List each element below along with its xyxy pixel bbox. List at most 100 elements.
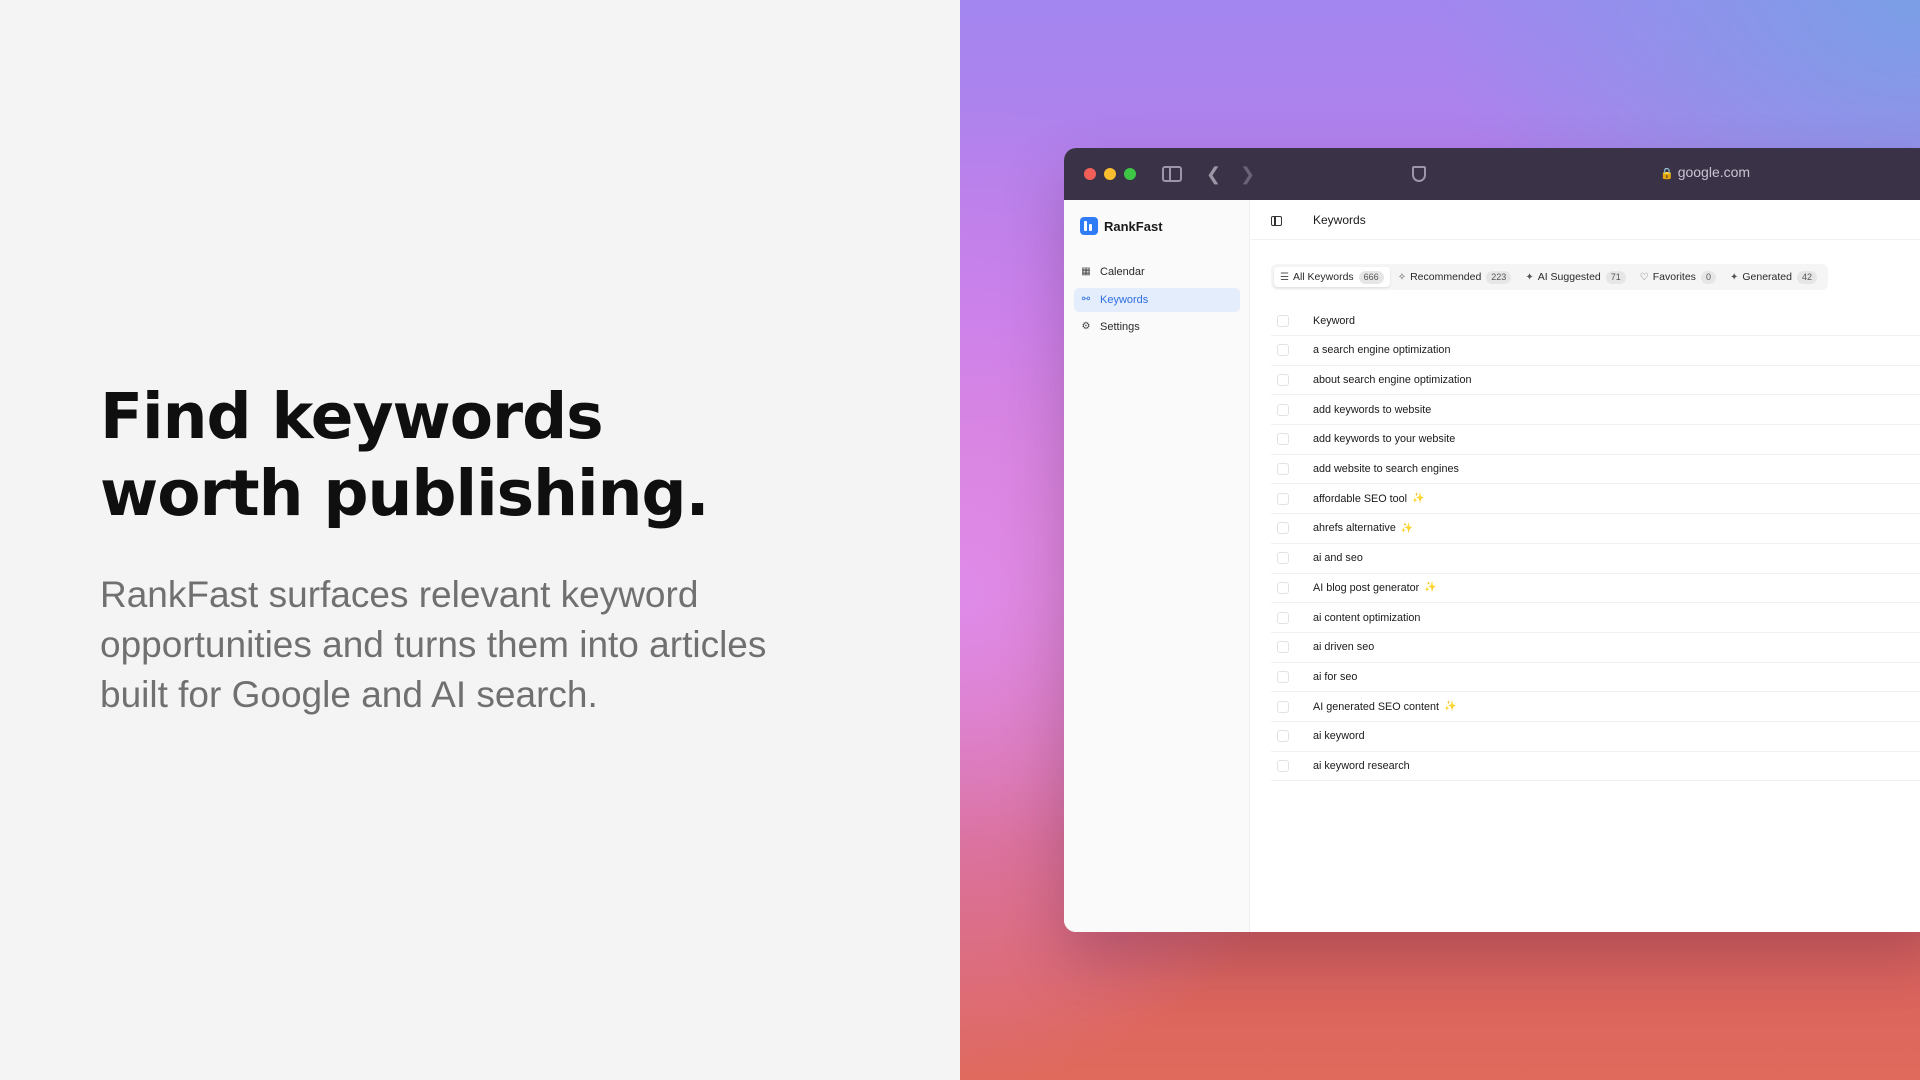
keyword-text: add keywords to website — [1313, 403, 1432, 416]
table-row[interactable]: AI generated SEO content ✨ — [1271, 692, 1920, 722]
table-row[interactable]: add website to search engines — [1271, 455, 1920, 485]
headline-line-1: Find keywords — [100, 380, 604, 453]
tab-count-badge: 223 — [1486, 270, 1512, 284]
row-checkbox[interactable] — [1277, 403, 1289, 416]
keywords-table: Keyword a search engine optimization abou… — [1271, 306, 1920, 782]
table-row[interactable]: ai content optimization — [1271, 603, 1920, 633]
row-checkbox[interactable] — [1277, 759, 1289, 772]
row-checkbox[interactable] — [1277, 670, 1289, 683]
page-title: Keywords — [1313, 213, 1366, 227]
sidebar-item-calendar[interactable]: ▦ Calendar — [1074, 260, 1240, 284]
tab-label: Generated — [1742, 271, 1792, 283]
shield-icon[interactable] — [1412, 166, 1426, 182]
row-checkbox[interactable] — [1277, 730, 1289, 743]
sparkle-icon: ✨ — [1412, 493, 1425, 505]
marketing-panel: Find keywords worth publishing. RankFast… — [0, 0, 960, 1080]
row-checkbox[interactable] — [1277, 374, 1289, 387]
magic-wand-icon: ✦ — [1525, 271, 1534, 283]
keyword-text: ai content optimization — [1313, 611, 1421, 624]
table-row[interactable]: affordable SEO tool ✨ — [1271, 484, 1920, 515]
magic-wand-icon: ✦ — [1729, 271, 1739, 283]
row-checkbox[interactable] — [1277, 433, 1289, 446]
keyword-text: AI blog post generator — [1313, 581, 1420, 594]
table-row[interactable]: ai keyword research — [1271, 752, 1920, 782]
panel-toggle-icon[interactable] — [1271, 216, 1282, 226]
table-row[interactable]: AI blog post generator ✨ — [1271, 574, 1920, 604]
row-checkbox[interactable] — [1277, 552, 1289, 565]
address-bar[interactable]: 🔒 google.com — [1660, 164, 1750, 180]
app-sidebar: RankFast ▦ Calendar ⚯ Keywords ⚙ Setting… — [1064, 200, 1250, 932]
tab-ai-suggested[interactable]: ✦ AI Suggested 71 — [1519, 267, 1631, 287]
tab-label: All Keywords — [1292, 271, 1354, 283]
table-row[interactable]: ai driven seo — [1271, 633, 1920, 663]
brand-name: RankFast — [1104, 218, 1163, 234]
calendar-icon: ▦ — [1081, 266, 1091, 277]
sidebar-item-settings[interactable]: ⚙ Settings — [1074, 315, 1240, 339]
headline: Find keywords worth publishing. — [100, 378, 860, 532]
lock-icon: 🔒 — [1660, 168, 1674, 180]
brand[interactable]: RankFast — [1080, 216, 1163, 236]
main-header: Keywords — [1251, 200, 1920, 240]
table-header-row: Keyword — [1271, 306, 1920, 336]
table-row[interactable]: a search engine optimization — [1271, 336, 1920, 366]
keyword-text: ai and seo — [1313, 552, 1363, 565]
sidebar-item-label: Keywords — [1100, 293, 1149, 306]
tab-count-badge: 666 — [1358, 270, 1384, 284]
subcopy: RankFast surfaces relevant keyword oppor… — [100, 574, 767, 715]
row-checkbox[interactable] — [1277, 344, 1289, 357]
column-header-keyword[interactable]: Keyword — [1313, 315, 1355, 327]
tab-recommended[interactable]: ✧ Recommended 223 — [1392, 267, 1518, 287]
tab-generated[interactable]: ✦ Generated 42 — [1724, 267, 1823, 287]
maximize-window-button[interactable] — [1124, 168, 1136, 180]
keyword-text: ai keyword research — [1313, 759, 1410, 772]
browser-titlebar: ❮ ❯ 🔒 google.com — [1064, 148, 1920, 200]
url-text: google.com — [1677, 164, 1751, 180]
minimize-window-button[interactable] — [1104, 168, 1116, 180]
tab-favorites[interactable]: ♡ Favorites 0 — [1634, 267, 1722, 287]
tab-all-keywords[interactable]: ☰ All Keywords 666 — [1274, 267, 1390, 287]
table-row[interactable]: ai keyword — [1271, 722, 1920, 752]
row-checkbox[interactable] — [1277, 700, 1289, 713]
keyword-text: ahrefs alternative — [1313, 522, 1396, 535]
select-all-checkbox[interactable] — [1277, 314, 1289, 327]
row-checkbox[interactable] — [1277, 581, 1289, 594]
table-row[interactable]: about search engine optimization — [1271, 366, 1920, 396]
sidebar-item-keywords[interactable]: ⚯ Keywords — [1074, 287, 1240, 312]
browser-window: ❮ ❯ 🔒 google.com RankFast ▦ Calendar ⚯ Ke… — [1064, 148, 1920, 932]
table-row[interactable]: ai for seo — [1271, 663, 1920, 693]
sidebar-nav: ▦ Calendar ⚯ Keywords ⚙ Settings — [1074, 260, 1240, 343]
table-row[interactable]: ahrefs alternative ✨ — [1271, 514, 1920, 544]
tab-label: AI Suggested — [1537, 271, 1601, 283]
sparkle-icon: ✨ — [1444, 701, 1457, 713]
keyword-tabs: ☰ All Keywords 666 ✧ Recommended 223 ✦ A… — [1271, 264, 1828, 290]
headline-line-2: worth publishing. — [100, 457, 710, 530]
back-arrow-icon[interactable]: ❮ — [1206, 162, 1221, 186]
keyword-text: ai keyword — [1313, 730, 1365, 743]
heart-icon: ♡ — [1639, 271, 1649, 283]
close-window-button[interactable] — [1084, 168, 1096, 180]
table-body: a search engine optimization about search… — [1271, 336, 1920, 782]
forward-arrow-icon[interactable]: ❯ — [1240, 162, 1255, 186]
keyword-text: add website to search engines — [1313, 463, 1459, 476]
sparkles-icon: ✧ — [1397, 271, 1407, 283]
tab-label: Recommended — [1410, 271, 1482, 283]
sidebar-toggle-icon[interactable] — [1162, 166, 1182, 182]
main-content: Keywords ☰ All Keywords 666 ✧ Recommende… — [1251, 200, 1920, 932]
keyword-text: AI generated SEO content — [1313, 700, 1440, 713]
row-checkbox[interactable] — [1277, 463, 1289, 476]
table-row[interactable]: ai and seo — [1271, 544, 1920, 574]
row-checkbox[interactable] — [1277, 492, 1289, 505]
keyword-text: a search engine optimization — [1313, 344, 1451, 357]
sparkle-icon: ✨ — [1400, 522, 1414, 534]
row-checkbox[interactable] — [1277, 522, 1289, 535]
table-row[interactable]: add keywords to your website — [1271, 425, 1920, 455]
rankfast-logo-icon — [1080, 217, 1098, 235]
table-row[interactable]: add keywords to website — [1271, 395, 1920, 426]
gear-icon: ⚙ — [1081, 321, 1091, 332]
row-checkbox[interactable] — [1277, 641, 1289, 654]
sidebar-item-label: Calendar — [1100, 266, 1145, 278]
row-checkbox[interactable] — [1277, 611, 1289, 624]
tab-count-badge: 42 — [1796, 270, 1817, 284]
tab-label: Favorites — [1652, 271, 1696, 283]
list-icon: ☰ — [1280, 271, 1289, 283]
